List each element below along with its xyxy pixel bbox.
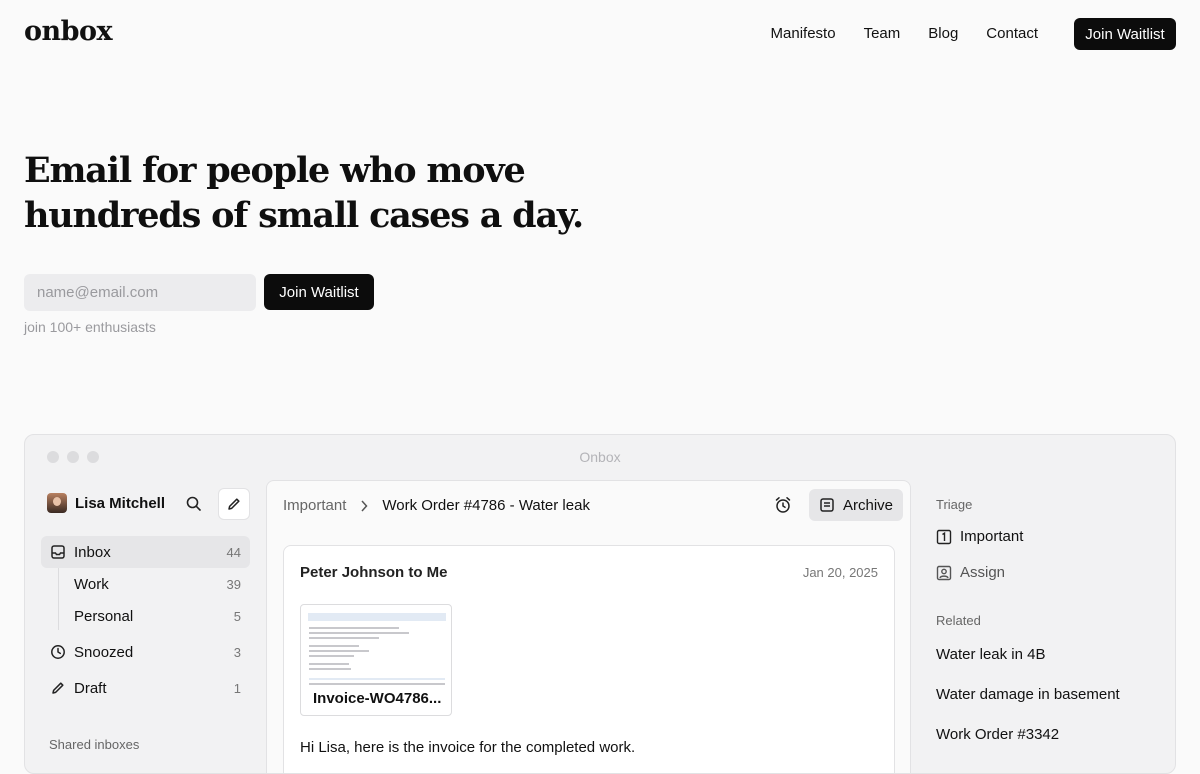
triage-heading: Triage bbox=[936, 497, 973, 512]
nav-join-waitlist-button[interactable]: Join Waitlist bbox=[1074, 18, 1176, 50]
message-card: Peter Johnson to Me Jan 20, 2025 Invoice… bbox=[283, 545, 895, 773]
clock-icon bbox=[50, 644, 66, 660]
hero-headline: Email for people who move hundreds of sm… bbox=[24, 148, 584, 238]
sidebar-item-count: 3 bbox=[233, 644, 241, 660]
attachment-filename: Invoice-WO4786... bbox=[313, 690, 442, 707]
hero-headline-line2: hundreds of small cases a day. bbox=[24, 195, 584, 236]
archive-icon bbox=[820, 498, 834, 512]
related-heading: Related bbox=[936, 613, 981, 628]
sidebar-item-count: 44 bbox=[226, 544, 241, 560]
message-date: Jan 20, 2025 bbox=[802, 565, 878, 580]
message-sender: Peter Johnson to Me bbox=[300, 564, 448, 581]
inbox-icon bbox=[50, 544, 66, 560]
breadcrumb-current: Work Order #4786 - Water leak bbox=[382, 497, 590, 514]
related-item[interactable]: Work Order #3342 bbox=[936, 726, 1059, 743]
nav-link-contact[interactable]: Contact bbox=[986, 25, 1038, 42]
email-input[interactable] bbox=[24, 274, 256, 311]
triage-assign-label: Assign bbox=[960, 564, 1006, 581]
sidebar-item-count: 5 bbox=[233, 608, 241, 624]
logo[interactable]: onbox bbox=[24, 16, 113, 47]
invoice-line bbox=[309, 663, 349, 665]
invoice-line bbox=[309, 668, 351, 670]
invoice-line bbox=[309, 627, 399, 629]
breadcrumb-parent[interactable]: Important bbox=[283, 497, 346, 514]
user-profile[interactable]: Lisa Mitchell bbox=[47, 493, 165, 513]
nav-link-blog[interactable]: Blog bbox=[928, 25, 958, 42]
sidebar-item-count: 1 bbox=[233, 680, 241, 696]
top-nav: onbox Manifesto Team Blog Contact Join W… bbox=[0, 0, 1200, 68]
triage-assign[interactable]: Assign bbox=[936, 564, 1005, 581]
sidebar-item-count: 39 bbox=[226, 576, 241, 592]
sidebar-item-label: Work bbox=[74, 575, 109, 593]
attachment-thumbnail[interactable]: Invoice-WO4786... bbox=[300, 604, 452, 716]
sidebar-item-label: Personal bbox=[74, 607, 134, 625]
search-icon[interactable] bbox=[185, 495, 203, 513]
invoice-line bbox=[309, 650, 369, 652]
window-title: Onbox bbox=[579, 449, 621, 465]
alarm-clock-icon[interactable] bbox=[773, 495, 793, 515]
pencil-icon bbox=[228, 498, 240, 510]
compose-button[interactable] bbox=[218, 488, 250, 520]
assign-user-icon bbox=[936, 565, 952, 580]
nav-link-team[interactable]: Team bbox=[864, 25, 901, 42]
invoice-line bbox=[309, 683, 445, 685]
priority-one-icon bbox=[936, 529, 952, 544]
invoice-line bbox=[309, 655, 354, 657]
triage-important-label: Important bbox=[960, 528, 1024, 545]
sidebar-item-inbox[interactable]: Inbox 44 bbox=[41, 536, 250, 568]
nav-link-manifesto[interactable]: Manifesto bbox=[771, 25, 836, 42]
related-item[interactable]: Water leak in 4B bbox=[936, 646, 1046, 663]
archive-button[interactable]: Archive bbox=[809, 489, 903, 521]
chevron-right-icon bbox=[361, 499, 368, 512]
related-item[interactable]: Water damage in basement bbox=[936, 686, 1120, 703]
archive-label: Archive bbox=[843, 496, 894, 514]
invoice-line bbox=[309, 637, 379, 639]
nav-links: Manifesto Team Blog Contact bbox=[771, 25, 1038, 42]
message-body: Hi Lisa, here is the invoice for the com… bbox=[300, 739, 636, 756]
avatar bbox=[47, 493, 67, 513]
triage-important[interactable]: Important bbox=[936, 528, 1023, 545]
hero-join-waitlist-button[interactable]: Join Waitlist bbox=[264, 274, 374, 310]
sidebar-item-label: Inbox bbox=[74, 543, 111, 561]
sidebar-item-snoozed[interactable]: Snoozed 3 bbox=[41, 636, 250, 668]
invoice-header-strip bbox=[308, 613, 446, 621]
sidebar-item-label: Snoozed bbox=[74, 643, 134, 661]
sidebar-item-work[interactable]: Work 39 bbox=[41, 568, 250, 600]
hero-headline-line1: Email for people who move bbox=[24, 150, 526, 191]
app-preview-window: Onbox Lisa Mitchell Inbox 44 Work 39 Per… bbox=[24, 434, 1176, 774]
invoice-line bbox=[309, 645, 359, 647]
pencil-icon bbox=[50, 680, 66, 696]
sidebar-item-label: Draft bbox=[74, 679, 107, 697]
invoice-line bbox=[309, 678, 445, 680]
sidebar-item-personal[interactable]: Personal 5 bbox=[41, 600, 250, 632]
user-name: Lisa Mitchell bbox=[75, 494, 166, 512]
invoice-line bbox=[309, 632, 409, 634]
enthusiasts-count-text: join 100+ enthusiasts bbox=[24, 319, 156, 335]
details-panel: Triage Important Assign Related Water le… bbox=[911, 480, 1171, 773]
message-panel: Important Work Order #4786 - Water leak … bbox=[266, 480, 911, 773]
breadcrumb: Important Work Order #4786 - Water leak bbox=[283, 497, 590, 514]
sidebar-item-draft[interactable]: Draft 1 bbox=[41, 672, 250, 704]
